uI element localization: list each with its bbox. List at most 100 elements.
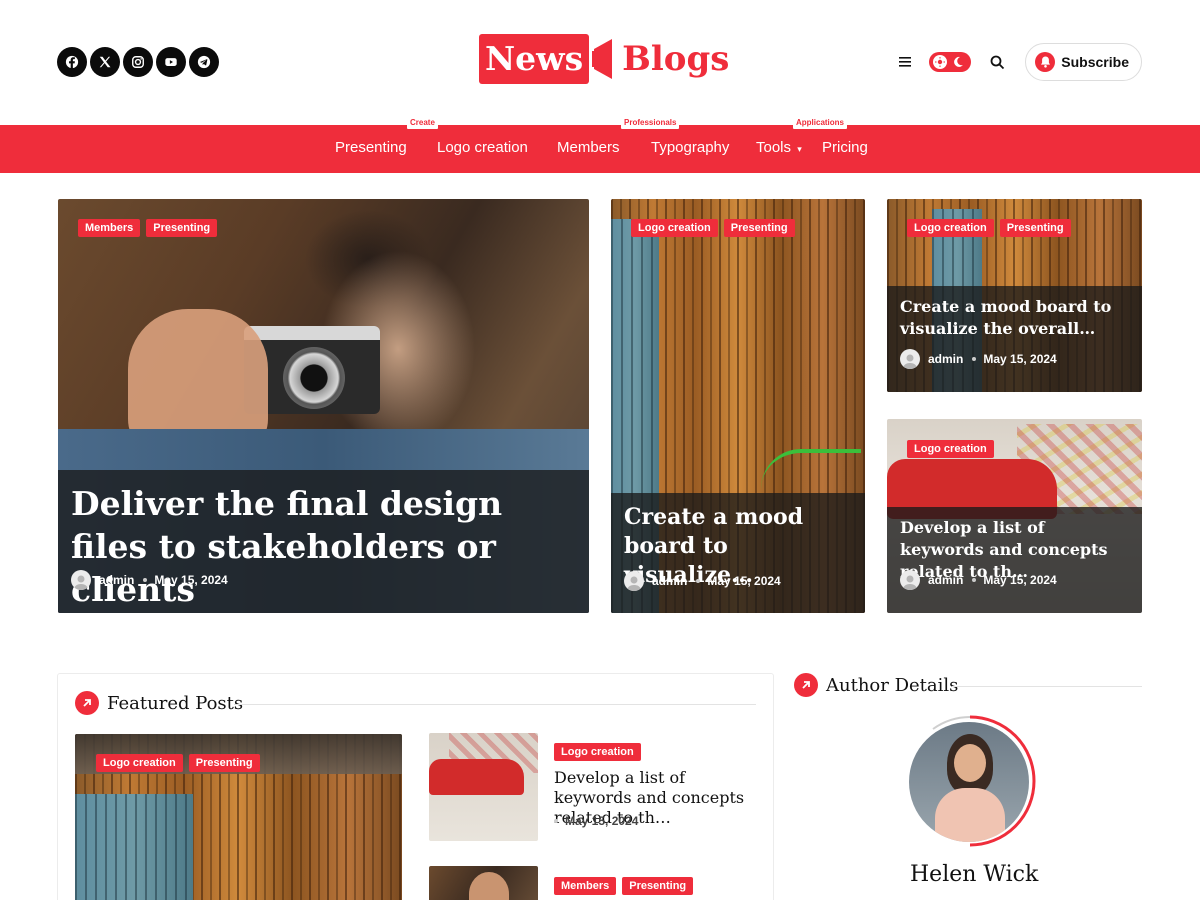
youtube-icon[interactable] (156, 47, 186, 77)
hero-right-bottom-card[interactable]: Logo creation Develop a list of keywords… (887, 419, 1142, 613)
category-tag[interactable]: Presenting (999, 219, 1071, 237)
dark-mode-toggle[interactable] (929, 52, 972, 72)
category-tag[interactable]: Logo creation (554, 743, 641, 761)
category-tags: Members Presenting (78, 219, 218, 237)
avatar (900, 570, 920, 590)
category-tags: Logo creation Presenting (631, 219, 795, 237)
post-author[interactable]: admin (928, 573, 963, 587)
post-date-row: May 15, 2024 (554, 814, 638, 828)
post-title[interactable]: Create a mood board to visualize the ove… (900, 296, 1132, 340)
subscribe-button[interactable]: Subscribe (1025, 43, 1142, 81)
avatar (71, 570, 91, 590)
nav-item-tools[interactable]: Tools ▾ (756, 125, 802, 173)
head-shape (469, 872, 509, 900)
section-title: Featured Posts (107, 692, 244, 714)
blue-door-shape (75, 794, 193, 900)
category-tag[interactable]: Presenting (188, 754, 260, 772)
logo-part-2: Blogs (622, 39, 730, 79)
category-tag[interactable]: Logo creation (631, 219, 718, 237)
post-author[interactable]: admin (99, 573, 134, 587)
search-icon[interactable] (988, 53, 1006, 71)
nav-badge: Professionals (621, 118, 680, 129)
chevron-down-icon: ▾ (797, 144, 802, 154)
x-icon[interactable] (90, 47, 120, 77)
post-author[interactable]: admin (928, 352, 963, 366)
red-car-shape (429, 759, 524, 795)
category-tag[interactable]: Logo creation (907, 219, 994, 237)
category-tag[interactable]: Presenting (146, 219, 218, 237)
nav-label: Logo creation (437, 139, 528, 156)
nav-item-pricing[interactable]: Applications Pricing (793, 118, 868, 173)
nav-label: Pricing (822, 139, 868, 156)
avatar (624, 571, 644, 591)
author-name: Helen Wick (910, 862, 1039, 887)
category-tag[interactable]: Logo creation (907, 440, 994, 458)
nav-item-presenting[interactable]: Presenting (335, 125, 407, 173)
section-title: Author Details (826, 674, 959, 696)
post-date: May 15, 2024 (983, 352, 1057, 366)
nav-label: Presenting (335, 139, 407, 156)
site-logo[interactable]: News Blogs (479, 34, 729, 84)
separator-dot (972, 578, 977, 582)
nav-item-logo-creation[interactable]: Create Logo creation (407, 118, 528, 173)
nav-label: Members (557, 139, 620, 156)
sun-icon (933, 55, 948, 69)
author-body-shape (935, 788, 1005, 842)
social-links (57, 47, 219, 77)
divider (952, 686, 1142, 687)
author-avatar[interactable] (909, 722, 1029, 842)
hero-right-top-card[interactable]: Logo creation Presenting Create a mood b… (887, 199, 1142, 392)
separator-dot (143, 578, 148, 582)
featured-list-thumb[interactable] (429, 733, 538, 841)
category-tags: Logo creation (554, 743, 641, 761)
category-tag[interactable]: Presenting (723, 219, 795, 237)
subscribe-label: Subscribe (1061, 54, 1129, 70)
moon-icon (954, 56, 964, 67)
author-face-shape (954, 744, 986, 782)
instagram-icon[interactable] (123, 47, 153, 77)
featured-big-image[interactable]: Logo creation Presenting (75, 734, 402, 900)
hamburger-menu-icon[interactable] (896, 53, 914, 71)
category-tags: Members Presenting (554, 877, 694, 895)
arrow-up-right-icon (75, 691, 99, 715)
category-tag[interactable]: Members (78, 219, 141, 237)
featured-heading: Featured Posts (75, 691, 243, 715)
post-date: May 15, 2024 (565, 814, 639, 828)
hero-main-card[interactable]: Members Presenting Deliver the final des… (58, 199, 589, 613)
category-tags: Logo creation (907, 440, 994, 458)
nav-label: Typography (651, 139, 730, 156)
category-tags: Logo creation Presenting (907, 219, 1071, 237)
facebook-icon[interactable] (57, 47, 87, 77)
post-title[interactable]: Deliver the final design files to stakeh… (71, 482, 571, 611)
post-meta: admin May 15, 2024 (900, 349, 1057, 369)
author-details-heading: Author Details (794, 673, 958, 697)
card-overlay: Create a mood board to visualize the ove… (887, 286, 1142, 392)
hero-middle-card[interactable]: Logo creation Presenting Create a mood b… (611, 199, 865, 613)
avatar (900, 349, 920, 369)
card-overlay: Develop a list of keywords and concepts … (887, 507, 1142, 613)
separator-dot (696, 579, 701, 583)
nav-item-typography[interactable]: Professionals Typography (621, 118, 730, 173)
separator-dot (554, 819, 558, 823)
post-date: May 15, 2024 (707, 574, 781, 588)
post-meta: admin May 15, 2024 (624, 571, 781, 591)
post-author[interactable]: admin (652, 574, 687, 588)
post-date: May 15, 2024 (154, 573, 228, 587)
category-tag[interactable]: Members (554, 877, 617, 895)
site-header: News Blogs Subscribe (0, 0, 1200, 125)
featured-posts-panel: Featured Posts Logo creation Presenting … (57, 673, 774, 900)
camera-lens-shape (283, 347, 345, 409)
header-tools: Subscribe (896, 43, 1142, 81)
divider (234, 704, 756, 705)
category-tag[interactable]: Presenting (622, 877, 694, 895)
category-tags: Logo creation Presenting (96, 754, 260, 772)
nav-badge: Create (407, 118, 438, 129)
logo-part-1: News (479, 34, 590, 84)
nav-item-members[interactable]: Members (557, 125, 620, 173)
telegram-icon[interactable] (189, 47, 219, 77)
nav-badge: Applications (793, 118, 848, 129)
featured-list-thumb[interactable] (429, 866, 538, 900)
nav-label: Tools (756, 139, 792, 156)
arrow-up-right-icon (794, 673, 818, 697)
category-tag[interactable]: Logo creation (96, 754, 183, 772)
